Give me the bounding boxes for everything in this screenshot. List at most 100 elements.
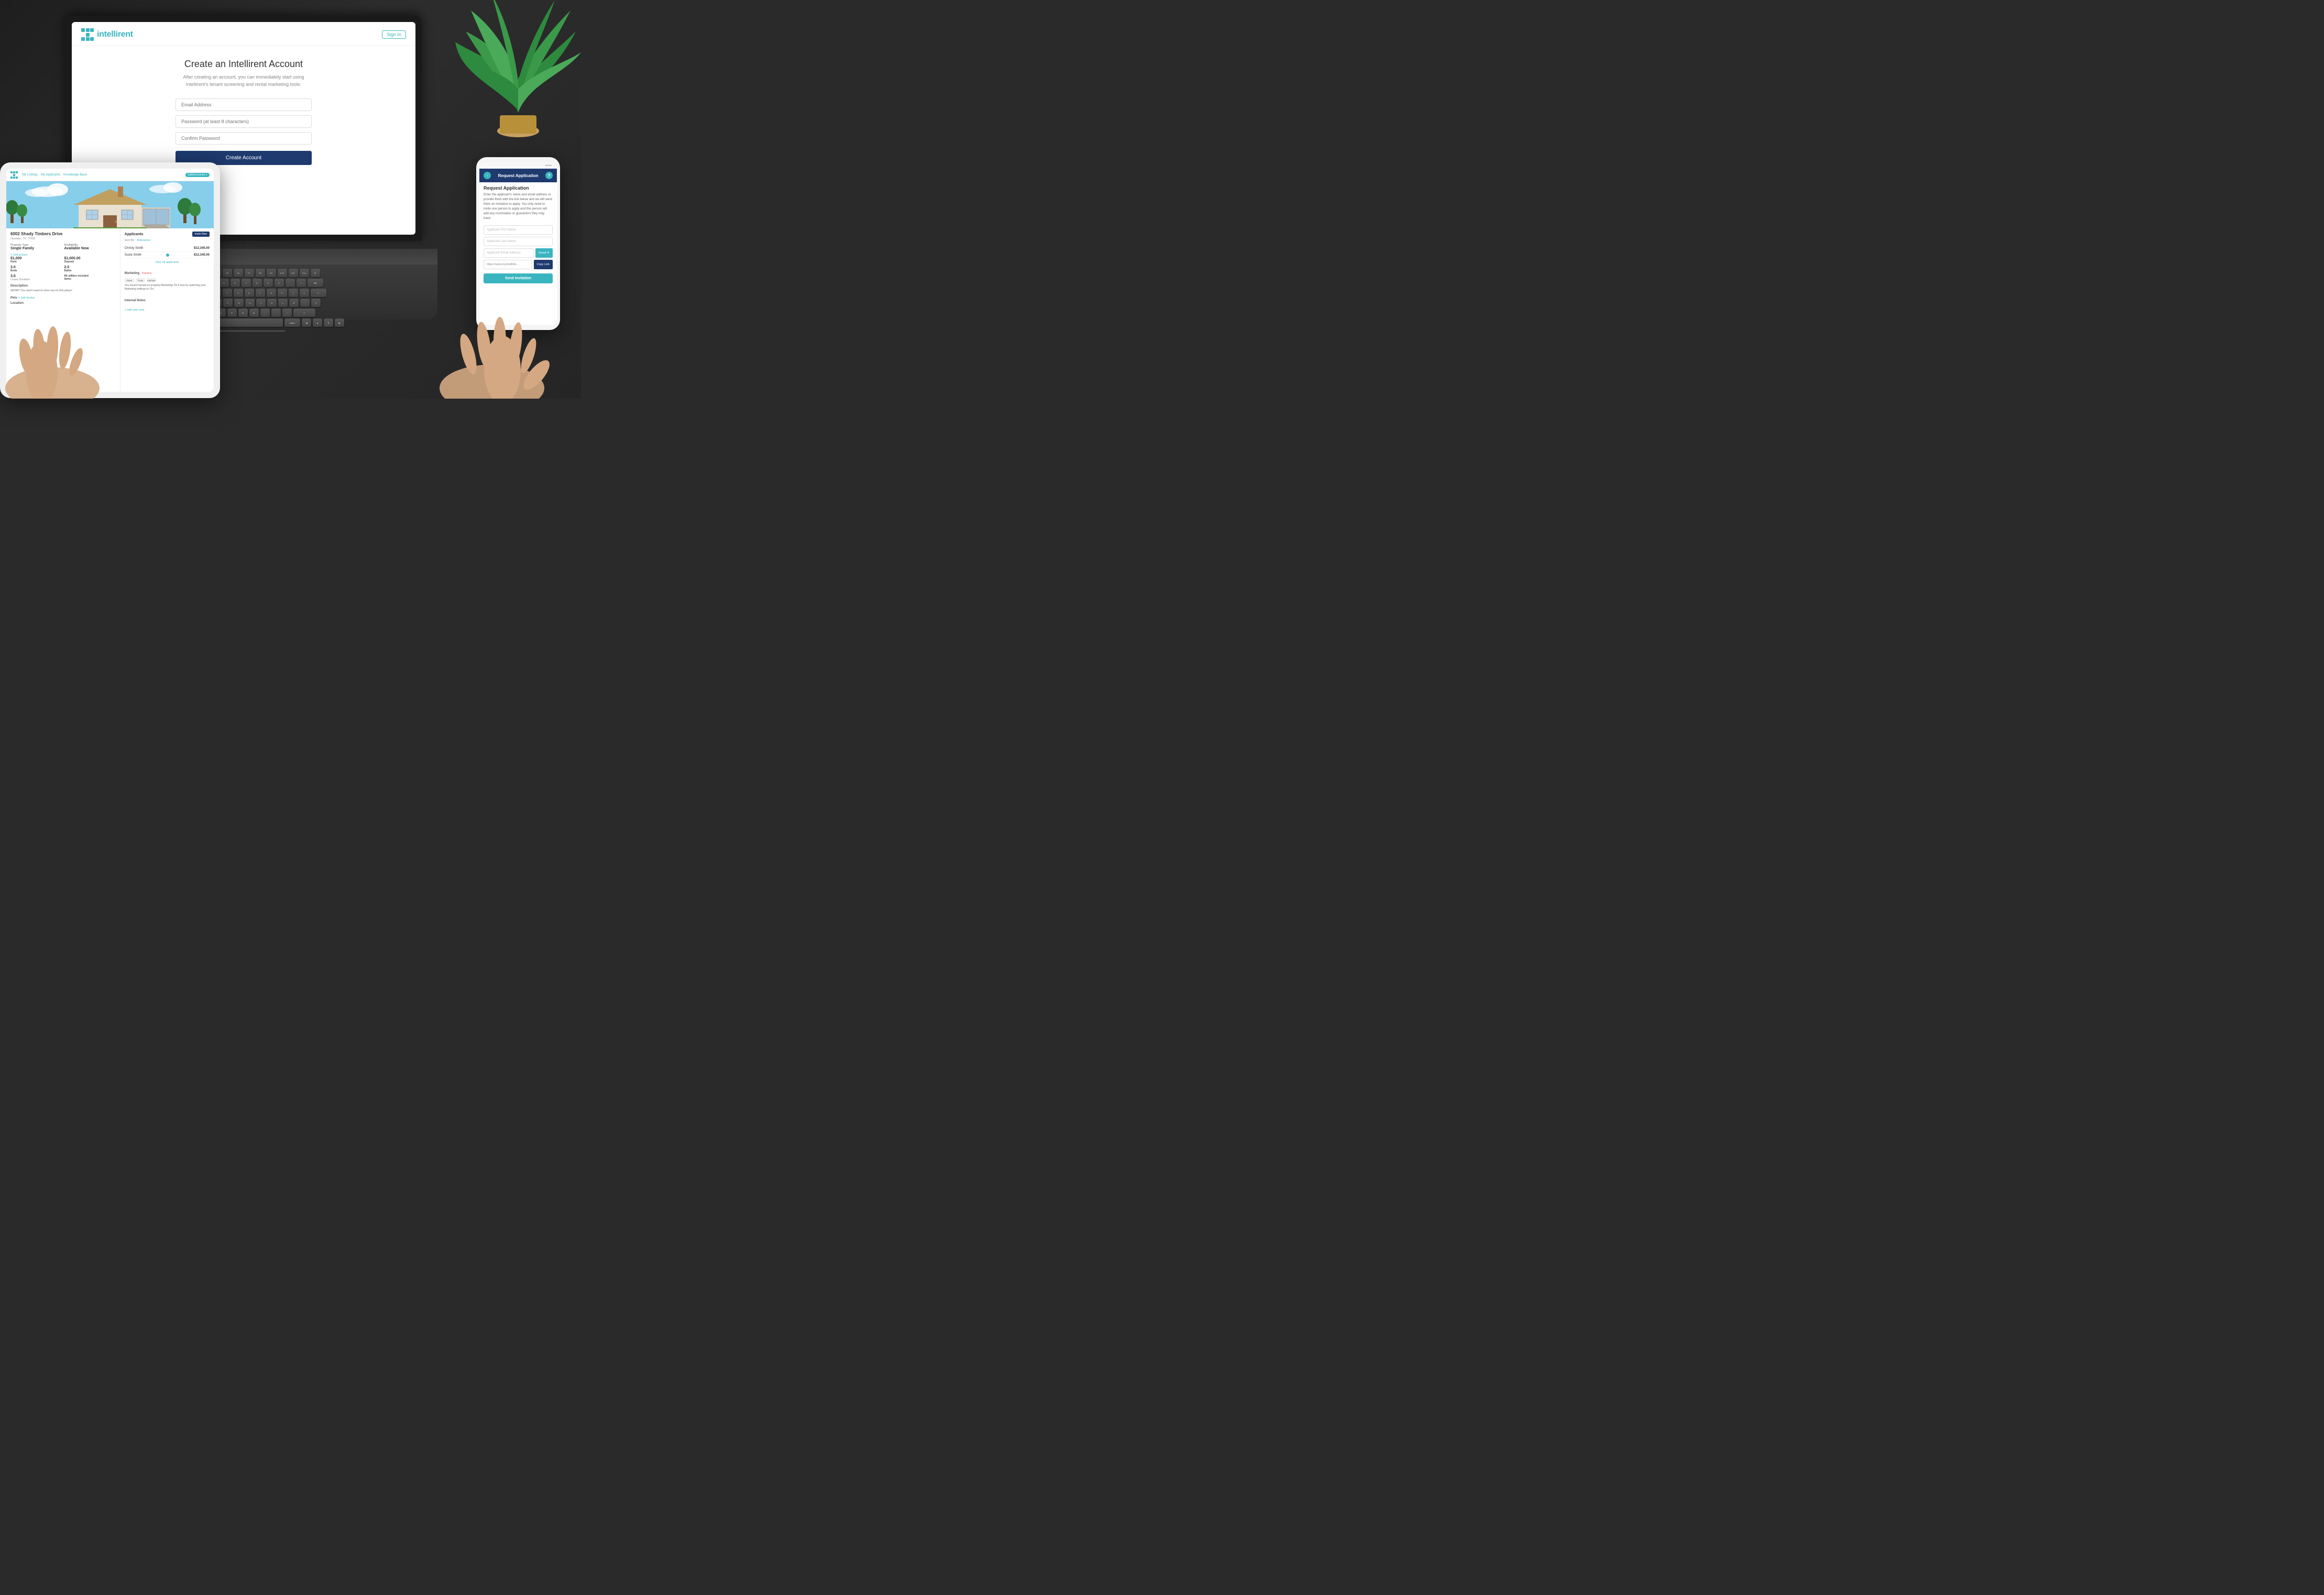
tablet-logo (10, 171, 18, 179)
key-f[interactable]: F (223, 299, 233, 307)
key-f8[interactable]: F8 (256, 269, 265, 277)
location-label: Location (10, 302, 24, 305)
rent-value: $1,000 (10, 257, 62, 260)
key-f10[interactable]: F10 (278, 269, 287, 277)
tls-dot-1 (10, 171, 13, 173)
baths-value: 2.0 (64, 266, 115, 269)
beds-detail: 3.0 Beds (10, 266, 62, 272)
key-brace-r[interactable]: Ç (311, 299, 321, 307)
edit-pets-link[interactable]: ✎ Edit Section (18, 296, 35, 300)
tls-dot-6 (16, 174, 18, 176)
tablet-nav: My Listings My Applicants Knowledge Base… (6, 169, 214, 181)
key-f7[interactable]: F7 (245, 269, 254, 277)
signup-header: intellirent Sign In (72, 22, 415, 46)
key-k[interactable]: K (267, 299, 277, 307)
phone-title-bar: ‹ Request Application ? (479, 169, 557, 182)
key-p[interactable]: P (278, 289, 287, 297)
key-u[interactable]: U (245, 289, 254, 297)
key-shift-r[interactable]: ⇧ (293, 309, 315, 317)
key-enter[interactable]: ↩ (311, 289, 326, 297)
signup-title: Create an Intellirent Account (184, 59, 303, 70)
key-f6[interactable]: F6 (234, 269, 243, 277)
key-equals[interactable]: = (297, 279, 306, 287)
key-0[interactable]: 0 (275, 279, 284, 287)
marketing-toggle: Zillow Trulia HotPads (125, 278, 210, 282)
key-alt-r[interactable]: option (284, 318, 300, 327)
key-slash[interactable]: / (282, 309, 292, 317)
key-j[interactable]: J (256, 299, 266, 307)
send-invitation-button[interactable]: Send Invitation (484, 273, 553, 283)
tls-dot-2 (13, 171, 15, 173)
logo-dot-7 (81, 37, 85, 41)
key-l[interactable]: L (278, 299, 288, 307)
key-b[interactable]: B (227, 309, 237, 317)
key-f12[interactable]: F12 (300, 269, 309, 277)
applicant-first-name-field[interactable]: Applicant First Name (484, 225, 553, 235)
logo-dot-5 (86, 33, 90, 37)
key-8[interactable]: 8 (253, 279, 262, 287)
sort-label: Sort By: (125, 239, 135, 242)
key-quote[interactable]: ´ (300, 299, 310, 307)
email-input[interactable] (176, 98, 312, 111)
applicant-last-name-field[interactable]: Applicant Last Name (484, 237, 553, 246)
key-comma[interactable]: , (260, 309, 270, 317)
nav-applicants[interactable]: My Applicants (41, 173, 60, 177)
key-t[interactable]: T (223, 289, 232, 297)
password-input[interactable] (176, 115, 312, 128)
rent-label: Rent (10, 260, 62, 263)
email-dropdown-button[interactable]: Email ▼ (535, 248, 553, 258)
key-up[interactable]: ▲ (313, 318, 322, 327)
key-down[interactable]: ▼ (324, 318, 333, 327)
key-m[interactable]: M (249, 309, 259, 317)
tablet: My Listings My Applicants Knowledge Base… (0, 162, 220, 398)
key-backspace[interactable]: ⌫ (308, 279, 323, 287)
add-note-link[interactable]: + add new note (125, 309, 145, 312)
signup-subtitle: After creating an account, you can immed… (176, 74, 312, 88)
tls-dot-5 (13, 174, 15, 176)
applicant-2-amount: $12,345.00 (194, 254, 210, 257)
key-bracket-r[interactable]: ] (300, 289, 309, 297)
key-f11[interactable]: F11 (289, 269, 298, 277)
key-f5[interactable]: F5 (223, 269, 232, 277)
key-7[interactable]: 7 (242, 279, 251, 287)
copy-link-button[interactable]: Copy Link (534, 260, 553, 269)
nav-knowledge[interactable]: Knowledge Base (63, 173, 87, 177)
key-o[interactable]: O (267, 289, 276, 297)
invite-now-button[interactable]: Invite Now (192, 232, 210, 237)
description-section-label: Description (10, 284, 116, 288)
tablet-main: 6002 Shady Timbers Drive Houston, TX 770… (6, 228, 214, 392)
key-power[interactable]: ⏻ (311, 269, 320, 277)
trulia-logo: Trulia (136, 278, 145, 282)
key-g[interactable]: G (234, 299, 244, 307)
view-all-applicants-link[interactable]: View all applicants (125, 261, 210, 264)
property-location: Houston, TX 77016 (10, 237, 116, 240)
key-5[interactable]: 5 (220, 279, 229, 287)
tablet-logo-grid-icon (10, 171, 18, 179)
key-left[interactable]: ◀ (302, 318, 311, 327)
key-i[interactable]: I (256, 289, 265, 297)
applicant-email-field[interactable]: Applicant Email Address (484, 248, 534, 258)
tablet-screen: My Listings My Applicants Knowledge Base… (6, 169, 214, 392)
key-6[interactable]: 6 (231, 279, 240, 287)
phone-back-icon[interactable]: ‹ (484, 172, 491, 179)
key-bracket-l[interactable]: [ (289, 289, 298, 297)
nav-listings[interactable]: My Listings (22, 173, 38, 177)
key-right[interactable]: ▶ (335, 318, 344, 327)
key-y[interactable]: Y (234, 289, 243, 297)
marketing-section: Marketing Inactive Zillow Trulia HotPads… (125, 267, 210, 291)
key-semicolon[interactable]: Ñ (289, 299, 299, 307)
key-f9[interactable]: F9 (267, 269, 276, 277)
confirm-password-input[interactable] (176, 132, 312, 145)
key-minus[interactable]: - (286, 279, 295, 287)
phone-help-icon[interactable]: ? (545, 172, 553, 179)
lease-duration-value: 3.0 (10, 274, 62, 278)
key-period[interactable]: . (271, 309, 281, 317)
email-field-wrapper (176, 98, 312, 111)
tls-dot-3 (16, 171, 18, 173)
key-n[interactable]: N (238, 309, 248, 317)
logo-grid-icon (81, 28, 94, 41)
key-h[interactable]: H (245, 299, 255, 307)
sort-value[interactable]: Relevance (137, 239, 150, 242)
signin-button[interactable]: Sign In (382, 30, 406, 39)
key-9[interactable]: 9 (264, 279, 273, 287)
